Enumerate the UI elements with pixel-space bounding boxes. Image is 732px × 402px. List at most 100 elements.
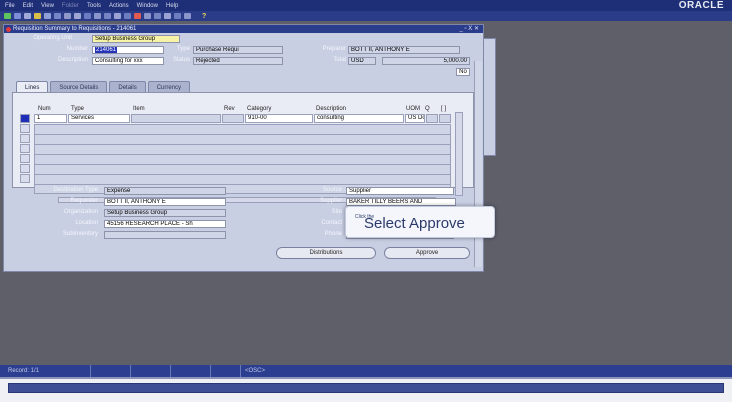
no-button[interactable]: No — [456, 68, 470, 76]
number-field[interactable]: 214061 — [92, 46, 164, 54]
operating-unit-field[interactable]: Setup Business Group — [92, 35, 180, 43]
col-rev-header: Rev — [224, 106, 235, 112]
cell-type[interactable]: Services — [68, 114, 130, 123]
description-field[interactable]: Consulting for xxx — [92, 57, 164, 65]
menu-tools[interactable]: Tools — [87, 3, 101, 9]
open-folder-icon[interactable] — [34, 13, 41, 19]
record-indicator: Record: 1/1 — [8, 368, 40, 374]
browser-status-strip — [8, 383, 724, 393]
cell-num[interactable]: 1 — [34, 114, 67, 123]
clear-record-icon[interactable] — [124, 13, 131, 19]
row-indicator[interactable] — [20, 164, 30, 173]
row-indicator[interactable] — [20, 144, 30, 153]
print-icon[interactable] — [74, 13, 81, 19]
distributions-button[interactable]: Distributions — [276, 247, 376, 259]
type-field[interactable]: Purchase Requi — [193, 46, 283, 54]
copy-icon[interactable] — [104, 13, 111, 19]
col-item-header: Item — [133, 106, 145, 112]
organization-field[interactable]: Setup Business Group — [104, 209, 226, 217]
description-label: Description — [57, 57, 88, 63]
phone-label: Phone — [324, 231, 342, 237]
requester-field[interactable]: BOTT II, ANTHONY E — [104, 198, 226, 206]
status-field[interactable]: Rejected — [193, 57, 283, 65]
row-indicator[interactable] — [20, 134, 30, 143]
distributions-button-label: Distributions — [309, 250, 343, 256]
currency-field[interactable]: USD — [348, 57, 376, 65]
supplier-label: Supplier — [319, 198, 342, 204]
menu-folder[interactable]: Folder — [62, 3, 79, 9]
approve-button[interactable]: Approve — [384, 247, 470, 259]
attachments-icon[interactable] — [174, 13, 181, 19]
folder-tools-icon[interactable] — [184, 13, 191, 19]
oracle-logo: ORACLE — [678, 0, 724, 11]
menu-actions[interactable]: Actions — [109, 3, 129, 9]
cell-uom[interactable]: US Do — [405, 114, 425, 123]
subinventory-field[interactable] — [104, 231, 226, 239]
total-label: Total — [333, 57, 346, 63]
number-value: 214061 — [95, 47, 118, 53]
cell-rev[interactable] — [222, 114, 244, 123]
col-type-header: Type — [71, 106, 85, 112]
grid-vertical-scrollbar[interactable] — [455, 112, 463, 196]
row-indicator[interactable] — [20, 124, 30, 133]
cell-q[interactable] — [426, 114, 438, 123]
supplier-field[interactable]: BAKER TILLY BEERS AND — [346, 198, 456, 206]
switch-responsibility-icon[interactable] — [64, 13, 71, 19]
cell-item[interactable] — [131, 114, 221, 123]
destination-type-field[interactable]: Expense — [104, 187, 226, 195]
navigator-icon[interactable] — [24, 13, 31, 19]
background-window-close-icon[interactable]: ✕ — [484, 40, 489, 47]
empty-grid-rows[interactable] — [34, 124, 451, 194]
menu-file[interactable]: File — [5, 3, 15, 9]
paste-icon[interactable] — [114, 13, 121, 19]
cell-description[interactable]: consulting — [314, 114, 404, 123]
translations-icon[interactable] — [164, 13, 171, 19]
menu-window[interactable]: Window — [137, 3, 158, 9]
cell-flag[interactable] — [439, 114, 451, 123]
menu-view[interactable]: View — [41, 3, 54, 9]
subinventory-label: Subinventory — [62, 231, 98, 237]
find-icon[interactable] — [14, 13, 21, 19]
cut-icon[interactable] — [94, 13, 101, 19]
save-icon[interactable] — [44, 13, 51, 19]
requester-label: Requester — [70, 198, 98, 204]
window-controls[interactable]: _ ▫ X ✕ — [460, 25, 480, 32]
contact-label: Contact — [321, 220, 342, 226]
type-label: Type — [176, 46, 190, 52]
instruction-callout: Click the Select Approve — [345, 206, 495, 238]
close-form-icon[interactable] — [84, 13, 91, 19]
delete-icon[interactable] — [134, 13, 141, 19]
location-label: Location — [75, 220, 98, 226]
next-step-icon[interactable] — [54, 13, 61, 19]
source-label: Source — [322, 187, 342, 193]
row-indicator-current[interactable] — [20, 114, 30, 123]
menu-edit[interactable]: Edit — [23, 3, 33, 9]
col-description-header: Description — [316, 106, 347, 112]
window-app-icon — [6, 26, 11, 32]
source-field[interactable]: Supplier — [346, 187, 454, 195]
window-titlebar: Requisition Summary to Requisitions - 21… — [4, 25, 483, 33]
help-icon[interactable]: ? — [202, 13, 206, 20]
zoom-icon[interactable] — [154, 13, 161, 19]
number-label: Number — [66, 46, 88, 52]
cell-category[interactable]: 910-00 — [245, 114, 313, 123]
destination-type-label: Destination Type — [53, 187, 98, 193]
site-label: Site — [331, 209, 342, 215]
row-indicator[interactable] — [20, 154, 30, 163]
location-field[interactable]: 45156 RESEARCH PLACE - Sh — [104, 220, 226, 228]
operating-unit-label: Operating Unit — [33, 35, 72, 41]
menu-help[interactable]: Help — [166, 3, 178, 9]
col-num-header: Num — [38, 106, 51, 112]
new-icon[interactable] — [4, 13, 11, 19]
col-flag-header: [ ] — [441, 106, 447, 112]
toolbar: ? — [0, 11, 732, 21]
preparer-label: Preparer — [322, 46, 346, 52]
preparer-field[interactable]: BOTT II, ANTHONY E — [348, 46, 460, 54]
status-label: Status — [172, 57, 190, 63]
row-indicator[interactable] — [20, 174, 30, 183]
col-category-header: Category — [247, 106, 272, 112]
edit-field-icon[interactable] — [144, 13, 151, 19]
osc-indicator: <OSC> — [240, 365, 265, 377]
status-seg — [90, 365, 130, 377]
total-field[interactable]: 5,000.00 — [382, 57, 470, 65]
